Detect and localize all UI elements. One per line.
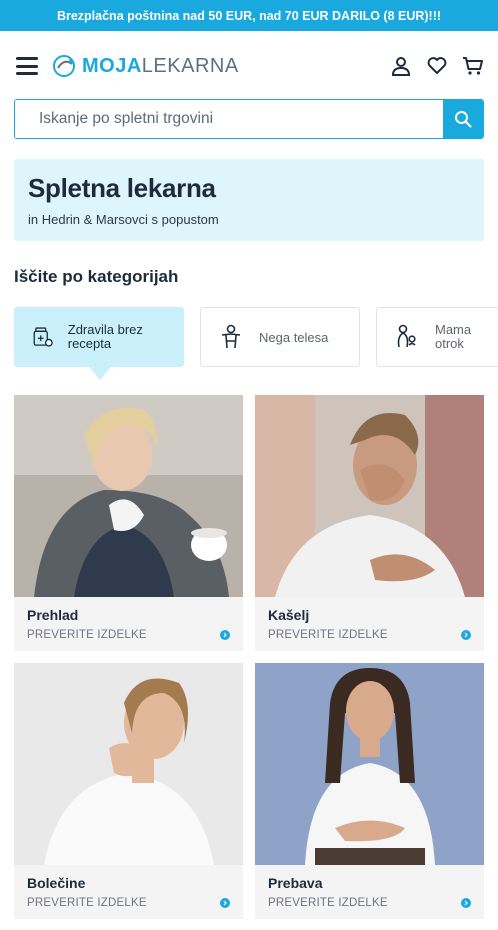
category-tab-mother-child[interactable]: Mama otrok — [376, 307, 498, 367]
search-bar — [14, 99, 484, 139]
body-care-icon — [221, 324, 241, 349]
check-products-link[interactable]: PREVERITE IZDELKE — [268, 629, 471, 641]
check-products-link[interactable]: PREVERITE IZDELKE — [268, 897, 471, 909]
category-name: Kašelj — [268, 607, 310, 623]
cold-photo — [14, 395, 243, 597]
category-label: Nega telesa — [259, 329, 329, 345]
pills-bottle-icon — [33, 327, 53, 347]
category-label: Zdravila brez recepta — [67, 322, 143, 351]
search-input[interactable] — [15, 100, 443, 138]
cart-icon[interactable] — [462, 55, 484, 77]
arrow-right-icon — [220, 630, 230, 640]
digestion-photo — [255, 663, 484, 865]
category-card-prehlad[interactable]: Prehlad PREVERITE IZDELKE — [14, 395, 243, 651]
arrow-right-icon — [220, 898, 230, 908]
check-products-link[interactable]: PREVERITE IZDELKE — [27, 629, 230, 641]
categories-heading: Iščite po kategorijah — [14, 267, 179, 286]
user-icon[interactable] — [390, 55, 412, 77]
cough-photo — [255, 395, 484, 597]
category-tab-otc-medicines[interactable]: Zdravila brez recepta — [14, 307, 184, 380]
pain-photo — [14, 663, 243, 865]
category-name: Bolečine — [27, 875, 86, 891]
search-icon — [455, 111, 472, 128]
logo-icon — [53, 55, 75, 77]
promo-bar: Brezplačna poštnina nad 50 EUR, nad 70 E… — [0, 0, 498, 31]
heart-icon[interactable] — [426, 55, 448, 77]
check-products-link[interactable]: PREVERITE IZDELKE — [27, 897, 230, 909]
arrow-right-icon — [461, 630, 471, 640]
hero-subtitle: in Hedrin & Marsovci s popustom — [28, 212, 219, 227]
category-card-kaselj[interactable]: Kašelj PREVERITE IZDELKE — [255, 395, 484, 651]
promo-text: Brezplačna poštnina nad 50 EUR, nad 70 E… — [56, 8, 442, 23]
logo-text: MOJALEKARNA — [82, 54, 239, 77]
category-tabs: Zdravila brez recepta Nega telesa Mama o… — [14, 307, 498, 387]
menu-icon[interactable] — [16, 57, 38, 75]
category-card-bolecine[interactable]: Bolečine PREVERITE IZDELKE — [14, 663, 243, 919]
search-button[interactable] — [443, 100, 483, 138]
arrow-right-icon — [461, 898, 471, 908]
category-tab-body-care[interactable]: Nega telesa — [200, 307, 360, 367]
category-name: Prebava — [268, 875, 323, 891]
hero-banner[interactable]: Spletna lekarna in Hedrin & Marsovci s p… — [14, 159, 484, 241]
mother-child-icon — [397, 324, 416, 348]
logo[interactable]: MOJALEKARNA — [52, 54, 239, 78]
hero-title: Spletna lekarna — [28, 173, 216, 203]
site-header: MOJALEKARNA — [0, 31, 498, 101]
category-label: Mama otrok — [435, 322, 472, 351]
category-name: Prehlad — [27, 607, 79, 623]
product-category-grid: Prehlad PREVERITE IZDELKE Kašelj PREVERI… — [14, 395, 484, 919]
category-card-prebava[interactable]: Prebava PREVERITE IZDELKE — [255, 663, 484, 919]
